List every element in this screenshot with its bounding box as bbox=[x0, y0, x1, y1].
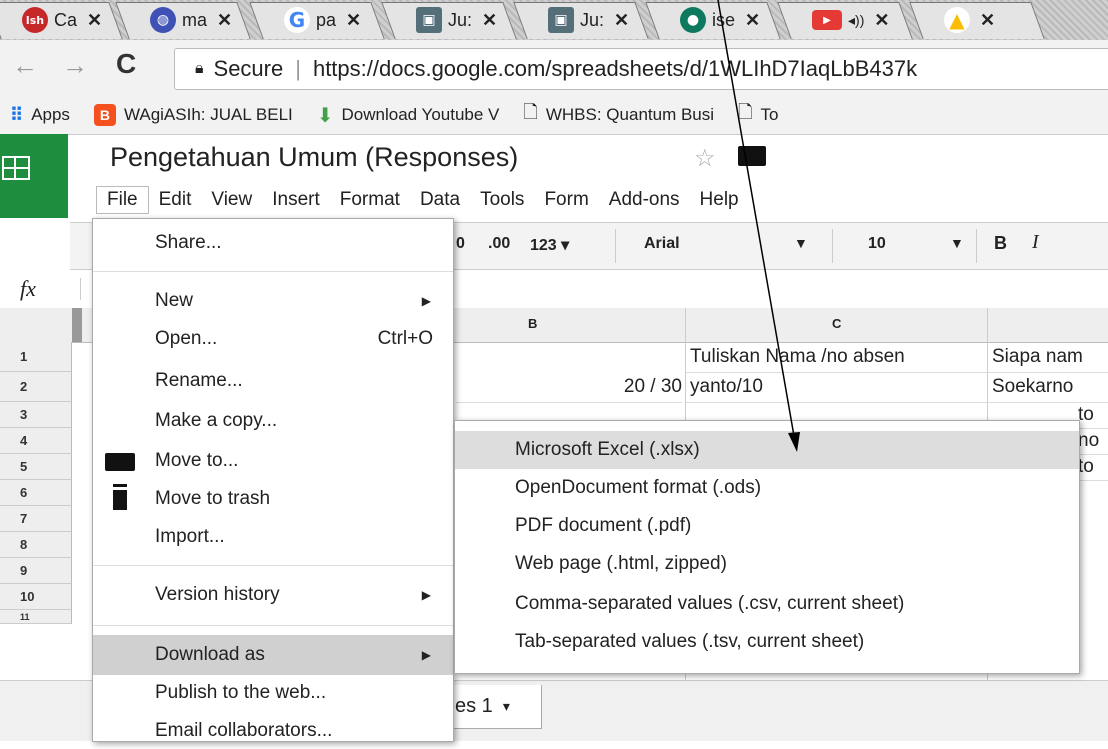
annotation-arrow bbox=[717, 0, 800, 452]
arrow-head bbox=[788, 432, 800, 452]
arrow-line bbox=[717, 0, 795, 437]
